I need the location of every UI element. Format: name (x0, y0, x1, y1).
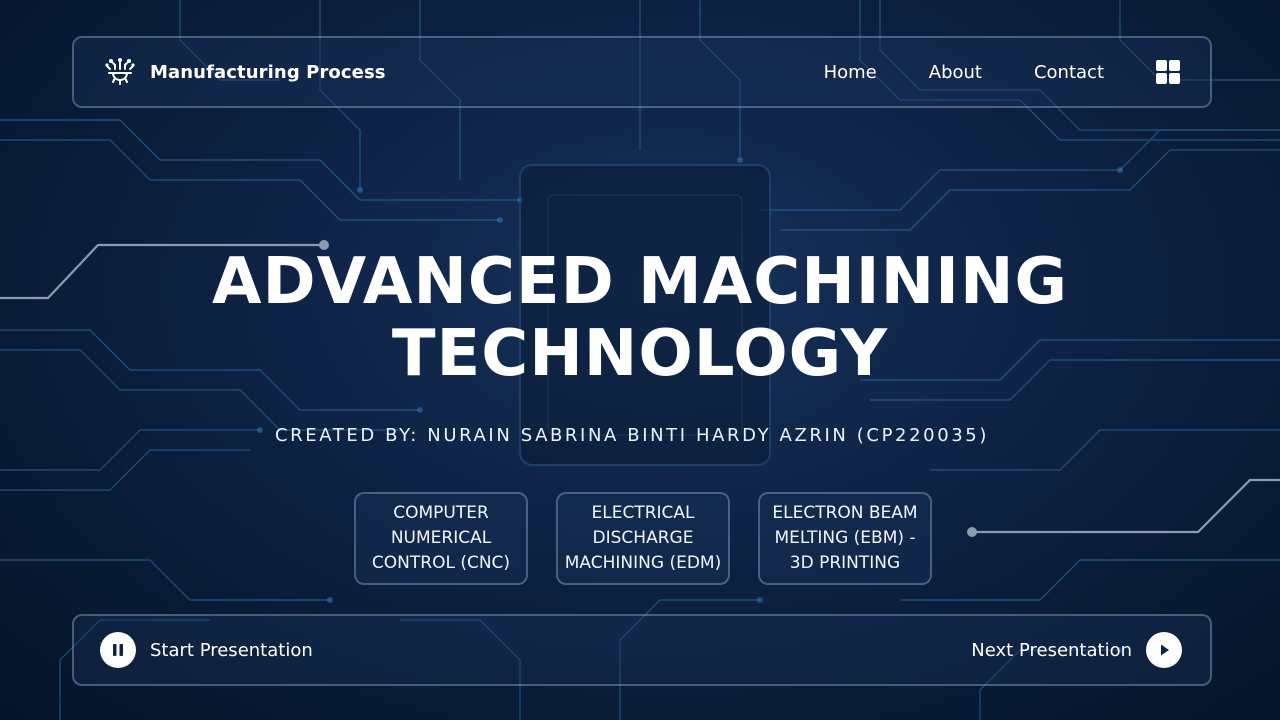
brand[interactable]: Manufacturing Process (104, 38, 386, 106)
presentation-controls-bar: Start Presentation Next Presentation (72, 614, 1212, 686)
main-nav: Home About Contact (824, 38, 1180, 106)
next-presentation-label: Next Presentation (971, 639, 1132, 661)
brand-title: Manufacturing Process (150, 61, 386, 83)
grid-cell (1156, 60, 1167, 71)
topic-label-line: CONTROL (CNC) (371, 553, 511, 573)
topic-label-line: ELECTRICAL (591, 503, 695, 523)
grid-cell (1169, 73, 1180, 84)
topic-label-line: COMPUTER (393, 503, 489, 523)
topic-label-line: MELTING (EBM) - (774, 528, 916, 548)
grid-menu-icon[interactable] (1156, 60, 1180, 84)
presentation-title: ADVANCED MACHINING TECHNOLOGY (0, 246, 1280, 390)
topic-list: COMPUTER NUMERICAL CONTROL (CNC) ELECTRI… (354, 492, 932, 585)
grid-cell (1169, 60, 1180, 71)
topic-label-line: DISCHARGE (592, 528, 694, 548)
grid-cell (1156, 73, 1167, 84)
title-line-1: ADVANCED MACHINING (211, 245, 1069, 319)
topic-card-ebm[interactable]: ELECTRON BEAM MELTING (EBM) - 3D PRINTIN… (758, 492, 932, 585)
nav-home-link[interactable]: Home (824, 62, 877, 83)
top-navigation-bar: Manufacturing Process Home About Contact (72, 36, 1212, 108)
topic-card-cnc[interactable]: COMPUTER NUMERICAL CONTROL (CNC) (354, 492, 528, 585)
topic-label-line: MACHINING (EDM) (564, 553, 722, 573)
gear-circuit-icon (105, 58, 135, 85)
topic-label-line: 3D PRINTING (789, 553, 901, 573)
topic-card-edm[interactable]: ELECTRICAL DISCHARGE MACHINING (EDM) (556, 492, 730, 585)
start-presentation-button[interactable]: Start Presentation (100, 616, 313, 684)
topic-label-line: NUMERICAL (390, 528, 492, 548)
pause-icon (100, 632, 136, 668)
nav-contact-link[interactable]: Contact (1034, 62, 1104, 83)
topic-label-line: ELECTRON BEAM (772, 503, 918, 523)
author-credit: CREATED BY: NURAIN SABRINA BINTI HARDY A… (275, 425, 989, 446)
title-line-2: TECHNOLOGY (391, 317, 889, 391)
play-icon (1146, 632, 1182, 668)
next-presentation-button[interactable]: Next Presentation (971, 616, 1182, 684)
start-presentation-label: Start Presentation (150, 639, 313, 661)
nav-about-link[interactable]: About (929, 62, 982, 83)
